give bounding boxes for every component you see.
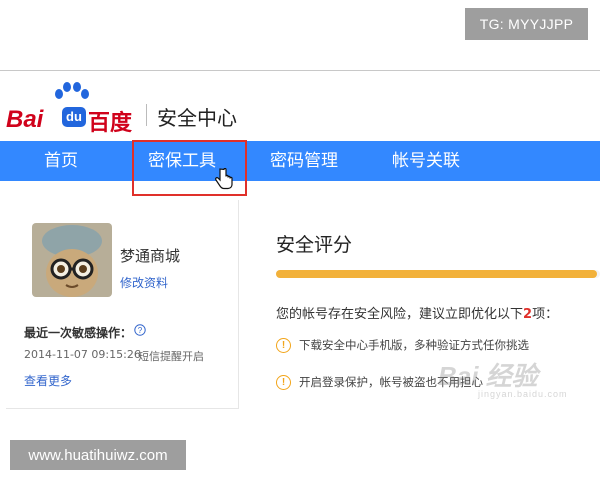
page-title: 安全中心 — [157, 106, 237, 130]
baidu-logo[interactable]: Bai du 百度 — [6, 82, 146, 136]
logo-text-du: du — [62, 107, 86, 127]
tg-watermark-badge: TG: MYYJJPP — [465, 8, 588, 40]
tip-text: 下载安全中心手机版，多种验证方式任你挑选 — [299, 338, 529, 352]
nav-item-password-management[interactable]: 密码管理 — [270, 141, 338, 181]
watermark-main-text: Bai 经验 — [438, 361, 538, 391]
security-score-title: 安全评分 — [276, 234, 353, 256]
risk-suffix: 项： — [532, 307, 559, 322]
watermark-url-text: jingyan.baidu.com — [478, 389, 568, 399]
risk-count: 2 — [523, 307, 533, 322]
logo-text-bai: Bai — [6, 106, 44, 133]
baidu-jingyan-watermark: Bai 经验 jingyan.baidu.com — [438, 356, 568, 399]
warning-icon: ! — [276, 374, 291, 390]
hand-cursor-icon — [215, 168, 233, 190]
risk-message: 您的帐号存在安全风险，建议立即优化以下2项： — [276, 303, 558, 322]
main-nav: 首页 密保工具 密码管理 帐号关联 — [0, 141, 600, 181]
view-more-link[interactable]: 查看更多 — [24, 372, 72, 389]
top-divider — [0, 70, 600, 71]
site-watermark-badge: www.huatihuiwz.com — [10, 440, 186, 470]
profile-panel: 梦通商城 修改资料 最近一次敏感操作： ? 2014-11-07 09:15:2… — [6, 200, 239, 409]
edit-profile-link[interactable]: 修改资料 — [120, 274, 168, 291]
nav-item-home[interactable]: 首页 — [44, 141, 78, 181]
help-icon[interactable]: ? — [134, 324, 146, 336]
security-score-bar — [276, 270, 600, 278]
page-header: Bai du 百度 安全中心 — [0, 78, 600, 140]
nav-item-account-linking[interactable]: 帐号关联 — [392, 141, 460, 181]
warning-icon: ! — [276, 337, 291, 353]
username: 梦通商城 — [120, 247, 181, 265]
paw-icon — [55, 82, 89, 99]
header-divider — [146, 104, 147, 126]
avatar[interactable] — [32, 223, 112, 297]
tip-item[interactable]: ! 下载安全中心手机版，多种验证方式任你挑选 — [276, 337, 529, 353]
recent-operation-time: 2014-11-07 09:15:26 — [24, 348, 141, 361]
logo-text-baidu-cn: 百度 — [88, 111, 133, 136]
recent-operation-event: 短信提醒开启 — [138, 350, 204, 363]
security-score-fill — [276, 270, 597, 278]
recent-operation-label: 最近一次敏感操作： — [24, 326, 133, 340]
svg-text:?: ? — [138, 326, 143, 335]
risk-prefix: 您的帐号存在安全风险，建议立即优化以下 — [276, 307, 524, 322]
